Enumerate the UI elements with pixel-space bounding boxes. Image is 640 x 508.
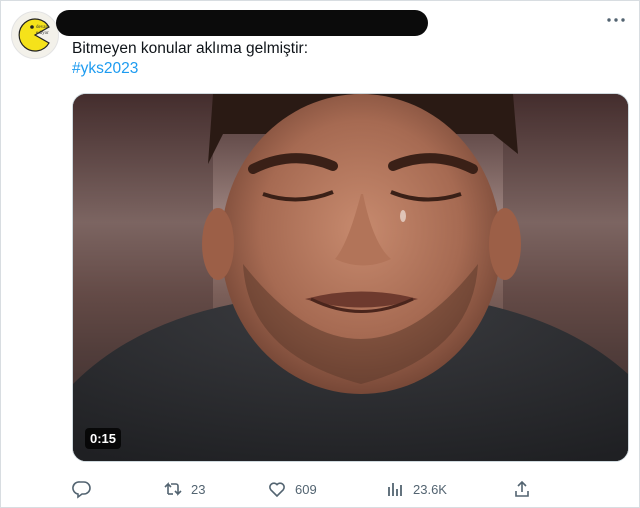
reply-button[interactable] xyxy=(72,479,92,499)
retweet-button[interactable]: 23 xyxy=(163,479,205,499)
tweet-text: Bitmeyen konular aklıma gelmiştir: xyxy=(72,40,309,57)
avatar[interactable]: devam ediyor xyxy=(11,11,59,59)
more-options-button[interactable] xyxy=(601,9,631,31)
like-count: 609 xyxy=(295,481,317,497)
heart-icon xyxy=(269,482,285,498)
share-icon xyxy=(515,480,529,497)
hashtag-link[interactable]: #yks2023 xyxy=(72,59,138,79)
redacted-username xyxy=(56,10,428,36)
share-button[interactable] xyxy=(512,479,532,499)
action-bar: 23 609 23.6K xyxy=(72,479,542,499)
video-timestamp: 0:15 xyxy=(85,428,122,449)
reply-icon xyxy=(72,481,91,499)
views-button[interactable]: 23.6K xyxy=(385,479,447,499)
video-frame-image xyxy=(73,94,628,461)
views-chart-icon xyxy=(388,483,402,496)
like-button[interactable]: 609 xyxy=(267,479,317,499)
video-player[interactable]: 0:15 xyxy=(72,93,629,462)
retweet-icon xyxy=(164,482,182,496)
tweet-card: devam ediyor Bitmeyen konular aklıma gel… xyxy=(0,0,640,508)
views-count: 23.6K xyxy=(413,481,447,497)
retweet-count: 23 xyxy=(191,481,206,497)
avatar-logo-text: devam ediyor xyxy=(36,25,50,36)
more-icon xyxy=(607,18,625,22)
